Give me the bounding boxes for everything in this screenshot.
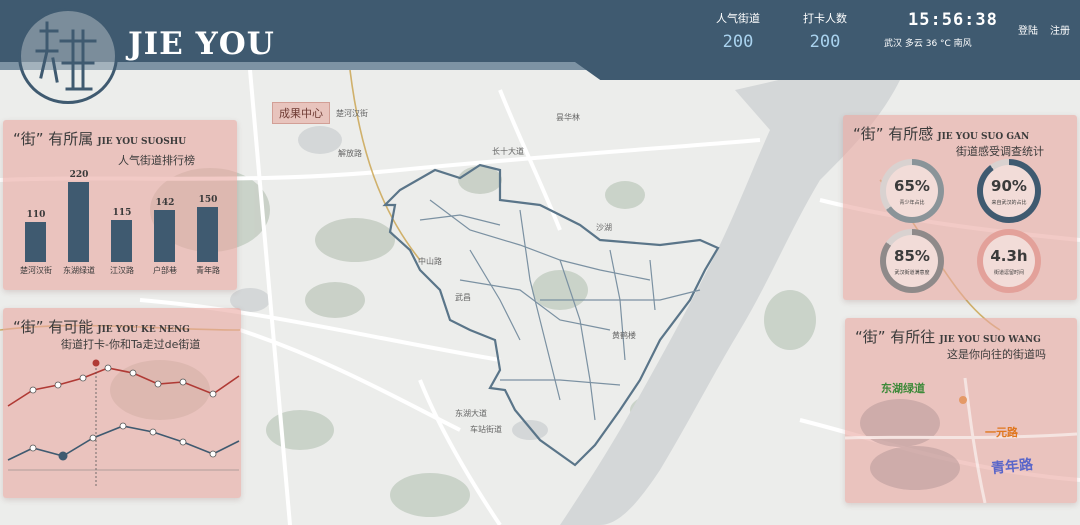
register-link[interactable]: 注册 [1050,22,1070,37]
header-tab [575,62,1080,80]
map-label: 黄鹤楼 [612,331,636,340]
map-label: 东湖大道 [455,409,487,418]
panel-subtitle: 街道感受调查统计 [956,145,1044,158]
blue-route [7,425,240,461]
stat-label: 人气街道 [716,12,760,25]
login-link[interactable]: 登陆 [1018,22,1038,37]
wish-minimap [845,377,1077,503]
map-label: 车站街道 [470,425,502,434]
map-label: 长十大道 [492,147,524,156]
panel-feel: “街” 有所感 JIE YOU SUO GAN 街道感受调查统计 65% 青少年占比… [843,115,1077,300]
bar-category-label: 青年路 [196,266,220,275]
ring-satisfaction: 85% 武汉街道满意度 [880,229,944,293]
map-label: 昙华林 [556,113,580,122]
map-label: 武昌 [455,293,471,302]
clock: 15:56:38 [908,10,998,30]
panel-title: “街” 有所属 JIE YOU SUOSHU [13,130,187,148]
bar-category-label: 楚河汉街 [20,266,52,275]
stat-value: 200 [722,32,754,52]
ring-caption: 武汉街道满意度 [894,270,930,276]
bar[interactable] [111,220,132,262]
bar-value-label: 110 [26,210,46,220]
ring-value: 90% [991,177,1027,195]
ring-youth-ratio: 65% 青少年占比 [880,159,944,223]
bar-category-label: 户部巷 [153,266,177,275]
panel-ranking: “街” 有所属 JIE YOU SUOSHU 人气街道排行榜 110 楚河汉街 220… [3,120,237,290]
stat-checkins: 打卡人数 200 [800,10,850,52]
red-route-points [29,364,217,398]
panel-wish: “街” 有所往 JIE YOU SUO WANG 这是你向往的街道吗 东湖绿道 一… [845,318,1077,503]
jie-character-icon [35,21,97,91]
panel-subtitle: 人气街道排行榜 [118,154,195,167]
map-label: 中山路 [418,257,442,266]
stat-popular-streets: 人气街道 200 [712,10,764,52]
ring-value: 65% [894,177,930,195]
stat-value: 200 [809,32,841,52]
map-label: 沙湖 [596,223,612,232]
logo-text: JIE YOU [128,26,275,62]
ring-caption: 来自武汉的占比 [991,200,1027,206]
bar-value-label: 220 [69,170,89,180]
bar[interactable] [68,182,89,262]
stat-label: 打卡人数 [803,12,847,25]
bar[interactable] [25,222,46,262]
bar[interactable] [154,210,175,262]
red-route [7,367,240,407]
ring-stay-time: 4.3h 街道逗留时间 [977,229,1041,293]
bar-value-label: 115 [112,208,132,219]
ring-caption: 街道逗留时间 [993,270,1024,276]
logo-seal [18,8,118,104]
checkin-line-chart [7,359,240,488]
wish-street-donghu[interactable]: 东湖绿道 [881,380,925,396]
bar-category-label: 东湖绿道 [63,266,95,275]
map-label: 解放路 [338,149,362,158]
bar-value-label: 150 [198,195,218,206]
wish-street-yiyuan[interactable]: 一元路 [985,424,1018,440]
bar-value-label: 142 [155,198,175,209]
panel-possible: “街” 有可能 JIE YOU KE NENG 街道打卡-你和Ta走过de街道 [3,308,241,498]
center-label[interactable]: 成果中心 [272,102,330,124]
ring-value: 4.3h [990,247,1028,265]
map-label: 楚河汉街 [336,109,368,118]
blue-route-points [29,422,217,458]
panel-title: “街” 有所感 JIE YOU SUO GAN [853,125,1030,143]
ring-value: 85% [894,247,930,265]
bar[interactable] [197,207,218,262]
ring-wuhan-ratio: 90% 来自武汉的占比 [977,159,1041,223]
bar-category-label: 江汉路 [110,266,134,275]
weather-info: 武汉 多云 36 °C 南风 [884,39,972,49]
ring-caption: 青少年占比 [899,200,925,206]
